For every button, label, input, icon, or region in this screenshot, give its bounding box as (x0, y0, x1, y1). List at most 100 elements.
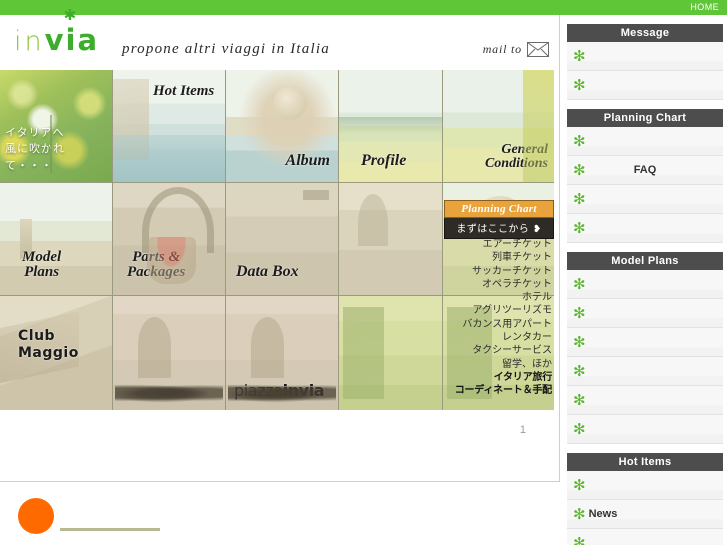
sidebar-item[interactable]: ✻ (567, 214, 723, 243)
cell-intro-label: イタリアへ 風に吹かれて・・・ (5, 125, 65, 172)
pager-area: 1 (0, 410, 554, 450)
logo-asterisk-icon: ✱ (63, 6, 79, 24)
cell-piazza-invia[interactable]: piazzainvia (226, 296, 339, 410)
envelope-icon (527, 42, 549, 57)
sidebar-group-header: Hot Items (567, 453, 723, 471)
footer-area (0, 482, 560, 545)
sidebar-item[interactable]: ✻ (567, 357, 723, 386)
sidebar-group-model-plans: Model Plans ✻ ✻ ✻ ✻ ✻ ✻ (567, 252, 723, 444)
cell-model-plans[interactable]: Model Plans (0, 183, 113, 296)
cell-data-box-label: Data Box (236, 263, 299, 281)
service-item[interactable]: タクシーサービス (440, 344, 552, 357)
service-item[interactable]: エアーチケット (440, 238, 552, 251)
home-link[interactable]: HOME (690, 1, 719, 14)
service-item[interactable]: イタリア旅行 (440, 371, 553, 384)
service-item[interactable]: 留学、ほか (440, 358, 552, 371)
cell-general-conditions-label: General Conditions (484, 141, 548, 172)
site-logo[interactable]: in ✱ via (14, 8, 100, 58)
sidebar-item[interactable]: ✻ FAQ (567, 156, 723, 185)
sidebar-group-header: Model Plans (567, 252, 723, 270)
content-right-divider (559, 15, 560, 482)
sidebar-item-label: News (588, 508, 618, 520)
cell-intro[interactable]: イタリアへ 風に吹かれて・・・ (0, 70, 113, 183)
sidebar-group-message: Message ✻ ✻ (567, 24, 723, 100)
services-list-ul: エアーチケット 列車チケット サッカーチケット オペラチケット ホテル アグリツーリズモバ… (440, 238, 553, 398)
service-item[interactable]: オペラチケット (440, 278, 552, 291)
cell-hot-items-label: Hot Items (153, 83, 215, 99)
top-green-bar: HOME (0, 0, 727, 15)
sidebar-item-label: FAQ (633, 164, 657, 176)
service-item[interactable]: バカンス用アパート (440, 318, 552, 331)
planning-chart-button[interactable]: Planning Chart まずはここから ❥ (444, 200, 554, 239)
cell-club-maggio-label: Club Maggio (18, 328, 79, 361)
planning-chart-subtitle-text: まずはここから (456, 224, 530, 235)
site-header: in ✱ via propone altri viaggi in Italia ma… (0, 8, 560, 70)
page-root: HOME in ✱ via propone altri viaggi in Ital… (0, 0, 727, 545)
asterisk-bullet-icon: ✻ (573, 274, 586, 293)
sidebar-item[interactable]: ✻ News (567, 500, 723, 529)
asterisk-bullet-icon: ✻ (573, 533, 586, 545)
logo-text-via: ✱ via (44, 8, 100, 58)
cell-album[interactable]: Album (226, 70, 339, 183)
sidebar-group-hot-items: Hot Items✻✻News✻✻Link (567, 453, 723, 545)
sidebar-item[interactable]: ✻ (567, 471, 723, 500)
cell-model-plans-label: Model Plans (22, 248, 62, 281)
sidebar-item[interactable]: ✻ (567, 299, 723, 328)
cell-profile[interactable]: Profile (339, 70, 443, 183)
sidebar-group-header: Planning Chart (567, 109, 723, 127)
arrow-icon: ❥ (532, 224, 542, 235)
sidebar-group-planning-chart: Planning Chart ✻ ✻ FAQ ✻ ✻ (567, 109, 723, 243)
asterisk-bullet-icon: ✻ (573, 419, 586, 438)
cell-profile-label: Profile (361, 152, 407, 170)
planning-chart-subtitle: まずはここから ❥ (444, 218, 554, 239)
sidebar-group-header: Message (567, 24, 723, 42)
sidebar: Message ✻ ✻ Planning Chart ✻ ✻ FAQ ✻ ✻ Model Plan… (567, 24, 723, 545)
sidebar-item[interactable]: ✻ (567, 42, 723, 71)
orange-circle-icon[interactable] (18, 498, 54, 534)
cell-club-maggio[interactable]: Club Maggio (0, 296, 113, 410)
site-tagline: propone altri viaggi in Italia (122, 41, 330, 57)
sidebar-item[interactable]: ✻ (567, 415, 723, 444)
asterisk-bullet-icon: ✻ (573, 475, 586, 494)
sidebar-item[interactable]: ✻ (567, 529, 723, 545)
asterisk-bullet-icon: ✻ (573, 390, 586, 409)
asterisk-bullet-icon: ✻ (573, 504, 586, 523)
sidebar-item[interactable]: ✻ (567, 270, 723, 299)
cell-hot-items[interactable]: Hot Items (113, 70, 226, 183)
asterisk-bullet-icon: ✻ (573, 361, 586, 380)
service-item[interactable]: 列車チケット (440, 251, 552, 264)
services-list: エアーチケット 列車チケット サッカーチケット オペラチケット ホテル アグリツーリズモバ… (440, 238, 556, 398)
cell-album-label: Album (285, 152, 330, 170)
sidebar-item[interactable]: ✻ (567, 71, 723, 100)
cell-piazza-invia-label: piazzainvia (234, 381, 325, 401)
asterisk-bullet-icon: ✻ (573, 303, 586, 322)
service-item[interactable]: ホテル (440, 291, 552, 304)
mail-to-link[interactable]: mail to (483, 42, 549, 57)
cell-archway[interactable] (339, 183, 443, 296)
service-item[interactable]: サッカーチケット (440, 265, 552, 278)
cell-parts-packages[interactable]: Parts & Packages (113, 183, 226, 296)
page-number[interactable]: 1 (520, 424, 526, 436)
asterisk-bullet-icon: ✻ (573, 332, 586, 351)
sidebar-item[interactable]: ✻ (567, 127, 723, 156)
sidebar-item[interactable]: ✻ (567, 328, 723, 357)
service-item[interactable]: コーディネート＆手配 (440, 384, 553, 397)
cell-general-conditions[interactable]: General Conditions (443, 70, 554, 183)
cell-data-box[interactable]: Data Box (226, 183, 339, 296)
piazza-word: piazza (234, 381, 283, 401)
sidebar-item[interactable]: ✻ (567, 386, 723, 415)
cell-lawn-a[interactable] (339, 296, 443, 410)
mail-to-label: mail to (482, 42, 522, 56)
footer-rule (60, 528, 160, 531)
cell-gondola-a[interactable] (113, 296, 226, 410)
planning-chart-title: Planning Chart (444, 200, 554, 218)
asterisk-bullet-icon: ✻ (573, 75, 586, 94)
service-item[interactable]: レンタカー (440, 331, 552, 344)
asterisk-bullet-icon: ✻ (573, 46, 586, 65)
service-item[interactable]: アグリツーリズモ (440, 304, 553, 317)
sidebar-item[interactable]: ✻ (567, 185, 723, 214)
logo-via-text: via (44, 23, 100, 57)
asterisk-bullet-icon: ✻ (573, 131, 586, 150)
asterisk-bullet-icon: ✻ (573, 189, 586, 208)
cell-parts-packages-label: Parts & Packages (127, 248, 186, 281)
